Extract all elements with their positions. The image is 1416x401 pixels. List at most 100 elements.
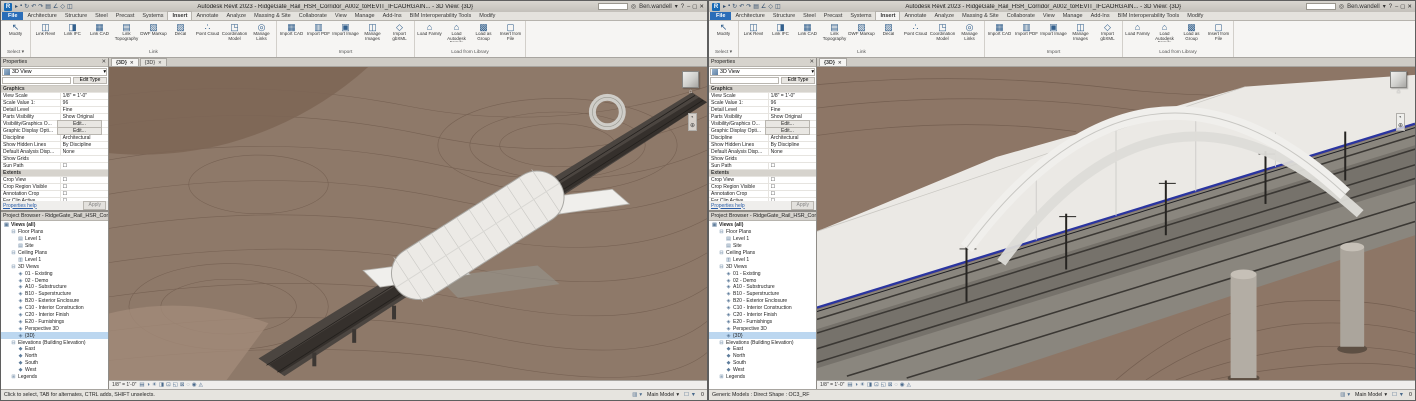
search-input[interactable] bbox=[1305, 3, 1336, 10]
open-icon[interactable]: ▸ bbox=[723, 3, 726, 10]
tree-item[interactable]: ◈ C20 - Interior Finish bbox=[1, 312, 108, 319]
property-row[interactable]: Extents bbox=[1, 170, 108, 177]
property-row[interactable]: Scale Value 1: 96 bbox=[1, 100, 108, 107]
ribbon-tab[interactable]: Systems bbox=[846, 12, 875, 20]
tree-item[interactable]: ◈ B20 - Exterior Enclosure bbox=[1, 298, 108, 305]
property-row[interactable]: Show Hidden Lines By Discipline bbox=[1, 142, 108, 149]
ribbon-tab[interactable]: Manage bbox=[1059, 12, 1087, 20]
crop-view-icon[interactable]: ⊡ bbox=[166, 382, 171, 388]
sun-path-icon[interactable]: ☀ bbox=[860, 382, 865, 388]
redo-icon[interactable]: ↷ bbox=[746, 3, 751, 10]
property-row[interactable]: Crop View ☐ bbox=[709, 177, 816, 184]
lock-3d-view-icon[interactable]: ⊠ bbox=[888, 382, 893, 388]
view-tab[interactable]: {3D} ✕ bbox=[111, 58, 139, 66]
property-value[interactable]: Architectural bbox=[767, 135, 816, 141]
ribbon-button[interactable]: ▤ Link Topography bbox=[113, 22, 140, 42]
property-value[interactable]: 96 bbox=[767, 100, 816, 106]
ribbon-tab[interactable]: Modify bbox=[475, 12, 499, 20]
property-row[interactable]: Scale Value 1: 96 bbox=[709, 100, 816, 107]
tree-item[interactable]: ◈ C20 - Interior Finish bbox=[709, 312, 816, 319]
ribbon-button[interactable]: ◫ Manage Images bbox=[359, 22, 386, 42]
sync-icon[interactable]: ↻ bbox=[732, 3, 737, 10]
viewcube[interactable]: ⌂ bbox=[682, 71, 699, 95]
reveal-hidden-icon[interactable]: ◉ bbox=[192, 382, 197, 388]
user-account-label[interactable]: Ben.wandell bbox=[639, 4, 672, 10]
tree-item[interactable]: ◈ Perspective 3D bbox=[1, 325, 108, 332]
maximize-button[interactable]: ▢ bbox=[1400, 4, 1405, 10]
ribbon-tab[interactable]: BIM Interoperability Tools bbox=[406, 12, 476, 20]
visual-style-icon[interactable]: ◑ bbox=[147, 382, 150, 388]
property-row[interactable]: Crop View ☐ bbox=[1, 177, 108, 184]
detail-level-icon[interactable]: ▤ bbox=[847, 382, 852, 388]
print-icon[interactable]: ▤ bbox=[753, 3, 759, 10]
property-row[interactable]: Graphics bbox=[709, 86, 816, 93]
tree-item[interactable]: ◈ 01 - Existing bbox=[709, 270, 816, 277]
tree-item[interactable]: ◈ 02 - Demo bbox=[709, 277, 816, 284]
view-tab[interactable]: {3D} ✕ bbox=[819, 58, 847, 66]
property-value[interactable]: 96 bbox=[59, 100, 108, 106]
analytical-model-icon[interactable]: ◬ bbox=[907, 382, 911, 388]
filter-icon[interactable]: ▼ bbox=[1399, 392, 1404, 398]
steering-wheel-icon[interactable]: ◔ bbox=[690, 115, 695, 121]
tree-item[interactable]: ◈ Perspective 3D bbox=[709, 325, 816, 332]
minimize-button[interactable]: – bbox=[1395, 4, 1398, 10]
instance-filter-combo[interactable] bbox=[2, 77, 71, 84]
property-row[interactable]: Default Analysis Disp... None bbox=[1, 149, 108, 156]
zoom-icon[interactable]: ⊕ bbox=[690, 122, 695, 129]
property-value[interactable]: By Discipline bbox=[767, 142, 816, 148]
minimize-button[interactable]: – bbox=[687, 4, 690, 10]
tree-item[interactable]: ◆ South bbox=[709, 360, 816, 367]
tree-item[interactable]: ⊟ Floor Plans bbox=[1, 229, 108, 236]
design-options-dropdown[interactable]: Main Model ▾ bbox=[1355, 392, 1387, 398]
ribbon-button[interactable]: ⌂ Load Family bbox=[1124, 22, 1151, 42]
temporary-hide-icon[interactable]: ◌ bbox=[894, 382, 897, 388]
analytical-model-icon[interactable]: ◬ bbox=[199, 382, 203, 388]
ribbon-button[interactable]: ↖ Modify bbox=[2, 22, 29, 42]
editable-only-icon[interactable]: ☐ bbox=[684, 392, 689, 398]
property-row[interactable]: Detail Level Fine bbox=[709, 107, 816, 114]
search-input[interactable] bbox=[597, 3, 628, 10]
property-value[interactable]: ☐ bbox=[767, 191, 816, 197]
property-row[interactable]: Annotation Crop ☐ bbox=[1, 191, 108, 198]
close-button[interactable]: ✕ bbox=[699, 4, 704, 10]
tree-item[interactable]: ▣ Views (all) bbox=[1, 222, 108, 229]
property-row[interactable]: Extents bbox=[709, 170, 816, 177]
ribbon-tab[interactable]: Structure bbox=[61, 12, 91, 20]
ribbon-button[interactable]: ▧ DWF Markup bbox=[848, 22, 875, 42]
ribbon-tab[interactable]: Modify bbox=[1183, 12, 1207, 20]
worksets-icon[interactable]: ▥ bbox=[1340, 392, 1345, 398]
3d-view-icon[interactable]: ◇ bbox=[60, 3, 65, 10]
ribbon-button[interactable]: ▩ Load as Group bbox=[1178, 22, 1205, 42]
ribbon-button[interactable]: ▦ Import CAD bbox=[278, 22, 305, 42]
type-selector-combo[interactable]: 3D View ▾ bbox=[710, 68, 815, 76]
zoom-icon[interactable]: ⊕ bbox=[1398, 122, 1403, 129]
apply-button[interactable]: Apply bbox=[83, 201, 106, 210]
tree-item[interactable]: ⊟ Elevations (Building Elevation) bbox=[1, 339, 108, 346]
ribbon-button[interactable]: ◨ Link IFC bbox=[767, 22, 794, 42]
view-scale-label[interactable]: 1/8" = 1'-0" bbox=[112, 382, 136, 388]
properties-help-link[interactable]: Properties help bbox=[711, 203, 745, 209]
close-icon[interactable]: ✕ bbox=[810, 59, 814, 65]
ribbon-button[interactable]: ∴ Point Cloud bbox=[902, 22, 929, 42]
help-icon[interactable]: ? bbox=[681, 4, 684, 10]
property-value[interactable]: Edit... bbox=[764, 127, 810, 135]
ribbon-tab[interactable]: View bbox=[1039, 12, 1059, 20]
property-value[interactable]: Architectural bbox=[59, 135, 108, 141]
tree-item[interactable]: ◈ {3D} bbox=[1, 332, 108, 340]
chevron-down-icon[interactable]: ▾ bbox=[1383, 3, 1386, 10]
ribbon-button[interactable]: ◫ Manage Images bbox=[1067, 22, 1094, 42]
ribbon-tab[interactable]: File bbox=[710, 11, 732, 20]
ribbon-button[interactable]: ↖ Modify bbox=[710, 22, 737, 42]
ribbon-button[interactable]: ▣ Import Image bbox=[1040, 22, 1067, 42]
help-icon[interactable]: ? bbox=[1389, 4, 1392, 10]
property-row[interactable]: Detail Level Fine bbox=[1, 107, 108, 114]
property-row[interactable]: Crop Region Visible ☐ bbox=[709, 184, 816, 191]
tree-item[interactable]: ◆ East bbox=[1, 346, 108, 353]
user-account-label[interactable]: Ben.wandell bbox=[1347, 4, 1380, 10]
ribbon-button[interactable]: ▥ Import PDF bbox=[305, 22, 332, 42]
home-icon[interactable]: ⌂ bbox=[689, 89, 693, 95]
ribbon-button[interactable]: ▧ DWF Markup bbox=[140, 22, 167, 42]
design-options-icon[interactable]: ▾ bbox=[1347, 392, 1350, 398]
ribbon-button[interactable]: ⌂ Load Family bbox=[416, 22, 443, 42]
property-row[interactable]: Show Grids bbox=[1, 156, 108, 163]
